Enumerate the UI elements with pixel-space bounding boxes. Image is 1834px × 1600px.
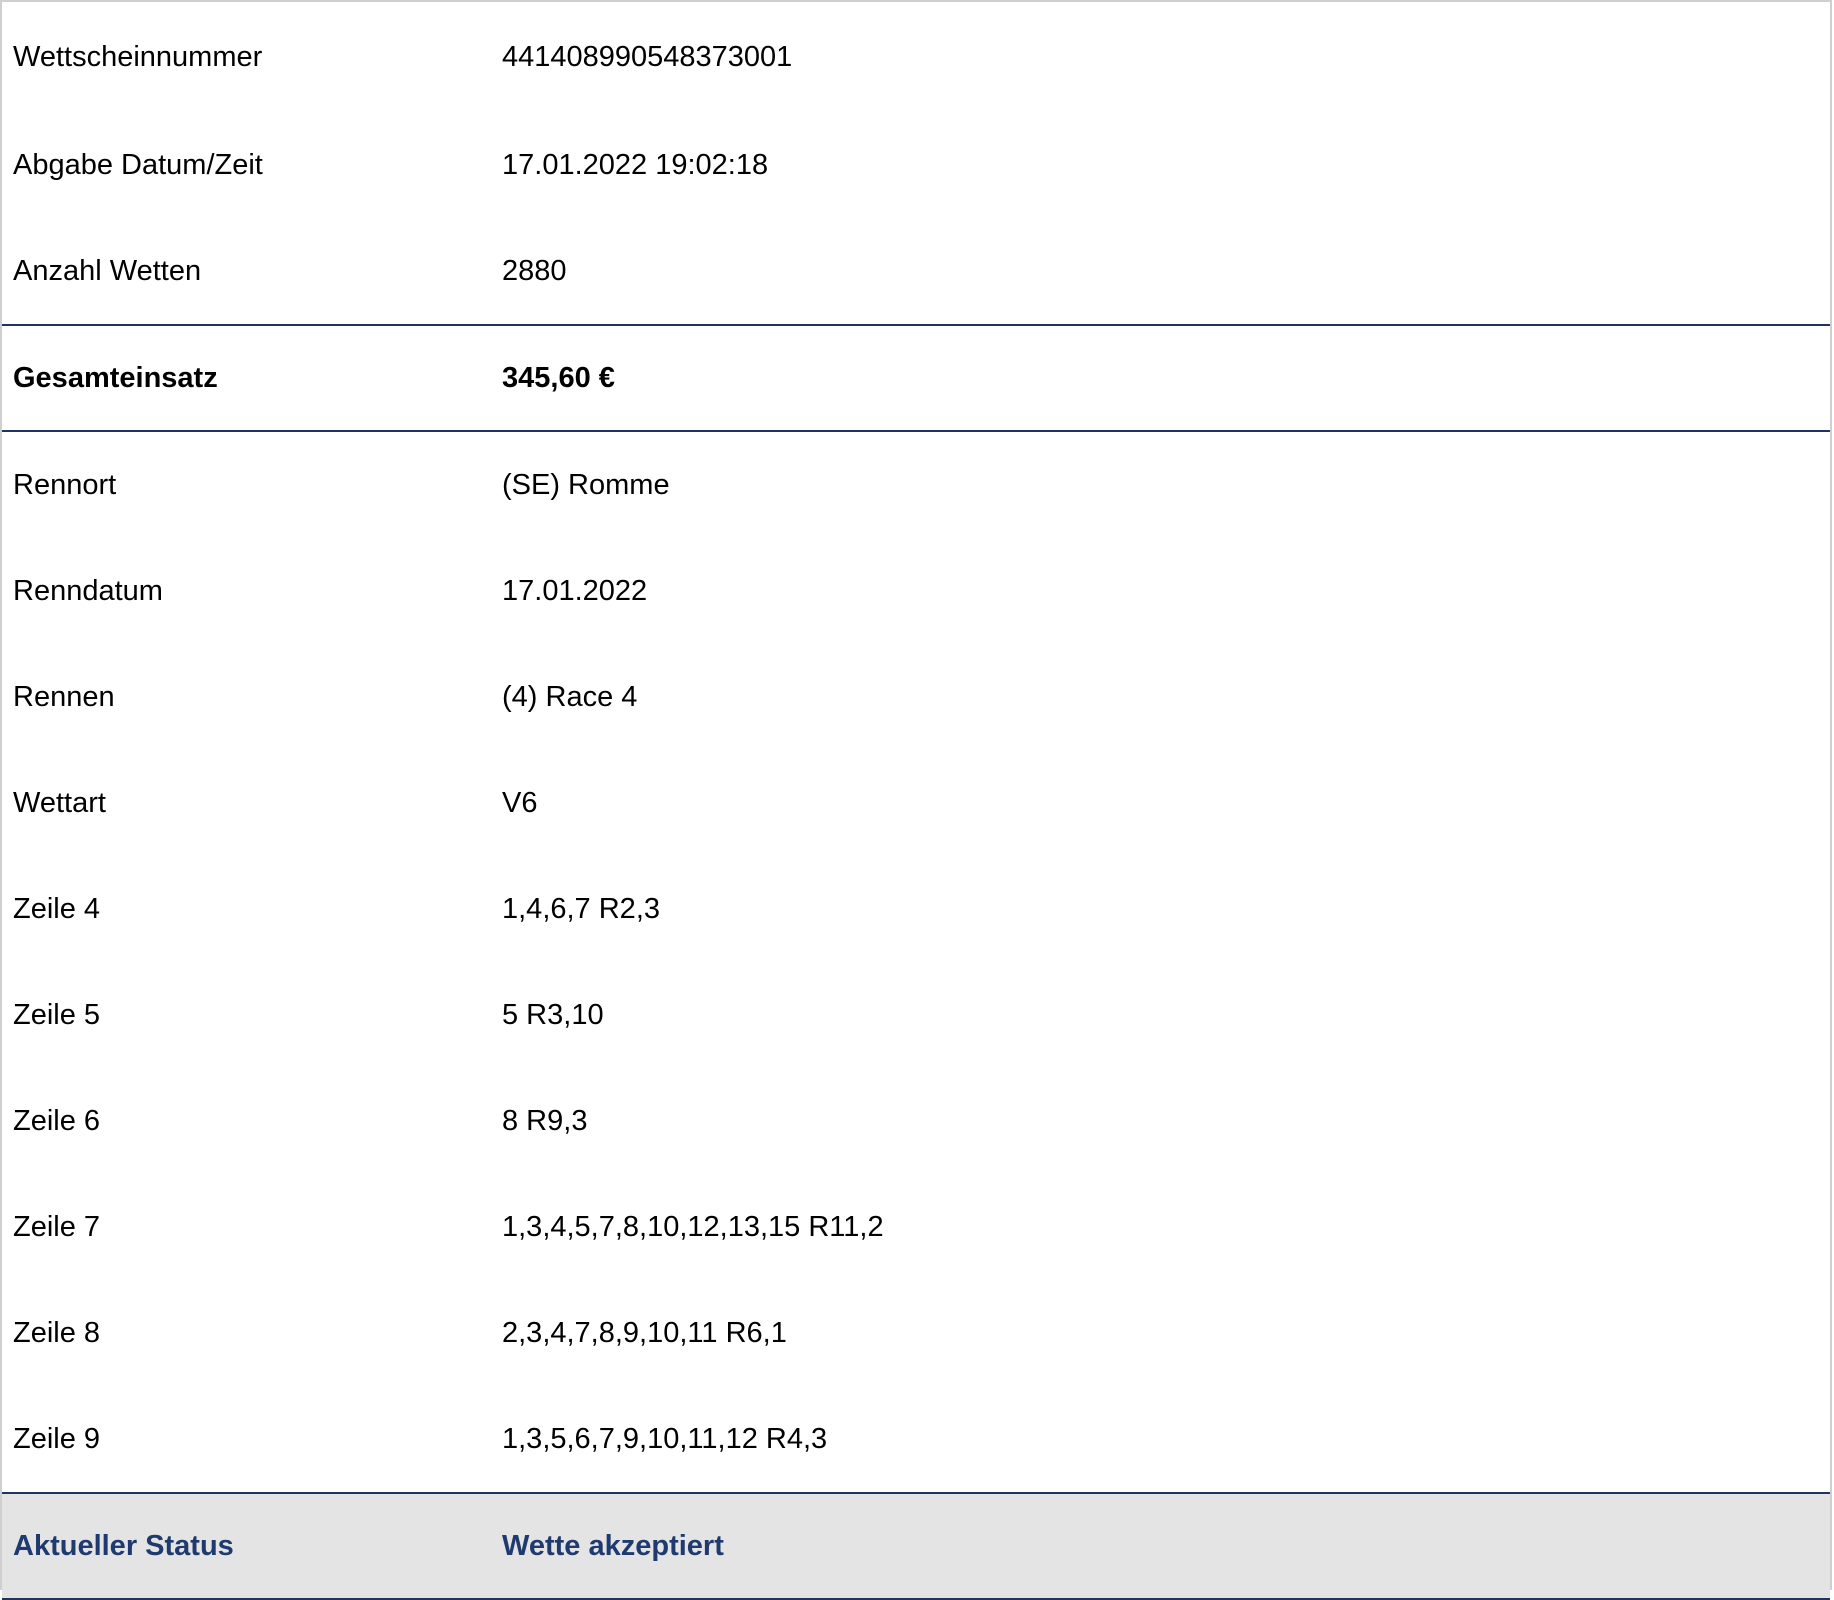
selection-line-row: Zeile 4 1,4,6,7 R2,3 (2, 856, 1830, 962)
bet-ticket-details: Wettscheinnummer 441408990548373001 Abga… (0, 0, 1832, 1600)
race-row: Rennen (4) Race 4 (2, 644, 1830, 750)
bet-type-label: Wettart (13, 786, 106, 819)
bet-count-value: 2880 (502, 254, 567, 287)
ticket-number-label: Wettscheinnummer (13, 40, 263, 73)
submission-datetime-label: Abgabe Datum/Zeit (13, 148, 263, 181)
selection-line-row: Zeile 7 1,3,4,5,7,8,10,12,13,15 R11,2 (2, 1174, 1830, 1280)
selection-line-value: 1,4,6,7 R2,3 (502, 892, 660, 925)
current-status-label: Aktueller Status (13, 1529, 234, 1562)
total-stake-value: 345,60 € (502, 361, 615, 394)
selection-line-label: Zeile 6 (13, 1104, 101, 1137)
selection-line-label: Zeile 7 (13, 1210, 101, 1243)
selection-line-label: Zeile 8 (13, 1316, 101, 1349)
selection-line-row: Zeile 9 1,3,5,6,7,9,10,11,12 R4,3 (2, 1386, 1830, 1492)
selection-line-value: 1,3,4,5,7,8,10,12,13,15 R11,2 (502, 1210, 884, 1243)
selection-line-row: Zeile 5 5 R3,10 (2, 962, 1830, 1068)
total-stake-row: Gesamteinsatz 345,60 € (2, 324, 1830, 432)
race-date-label: Renndatum (13, 574, 163, 607)
race-detail-rows: Rennort (SE) Romme Renndatum 17.01.2022 … (2, 432, 1830, 1492)
selection-line-value: 2,3,4,7,8,9,10,11 R6,1 (502, 1316, 787, 1349)
race-date-value: 17.01.2022 (502, 574, 648, 607)
total-stake-label: Gesamteinsatz (13, 361, 218, 394)
current-status-value: Wette akzeptiert (502, 1529, 724, 1562)
ticket-header-rows: Wettscheinnummer 441408990548373001 Abga… (2, 2, 1830, 324)
race-venue-row: Rennort (SE) Romme (2, 432, 1830, 538)
bet-type-value: V6 (502, 786, 538, 819)
race-label: Rennen (13, 680, 115, 713)
selection-line-label: Zeile 9 (13, 1422, 101, 1455)
selection-line-value: 8 R9,3 (502, 1104, 588, 1137)
selection-line-row: Zeile 6 8 R9,3 (2, 1068, 1830, 1174)
race-venue-label: Rennort (13, 468, 117, 501)
bet-count-label: Anzahl Wetten (13, 254, 202, 287)
bet-count-row: Anzahl Wetten 2880 (2, 218, 1830, 324)
bet-type-row: Wettart V6 (2, 750, 1830, 856)
submission-datetime-value: 17.01.2022 19:02:18 (502, 148, 769, 181)
selection-line-value: 1,3,5,6,7,9,10,11,12 R4,3 (502, 1422, 828, 1455)
race-value: (4) Race 4 (502, 680, 638, 713)
race-venue-value: (SE) Romme (502, 468, 670, 501)
ticket-number-row: Wettscheinnummer 441408990548373001 (2, 2, 1830, 112)
selection-line-label: Zeile 5 (13, 998, 101, 1031)
ticket-number-value: 441408990548373001 (502, 40, 793, 73)
selection-line-value: 5 R3,10 (502, 998, 604, 1031)
race-date-row: Renndatum 17.01.2022 (2, 538, 1830, 644)
submission-datetime-row: Abgabe Datum/Zeit 17.01.2022 19:02:18 (2, 112, 1830, 218)
selection-line-row: Zeile 8 2,3,4,7,8,9,10,11 R6,1 (2, 1280, 1830, 1386)
selection-line-label: Zeile 4 (13, 892, 101, 925)
current-status-row: Aktueller Status Wette akzeptiert (2, 1492, 1830, 1600)
